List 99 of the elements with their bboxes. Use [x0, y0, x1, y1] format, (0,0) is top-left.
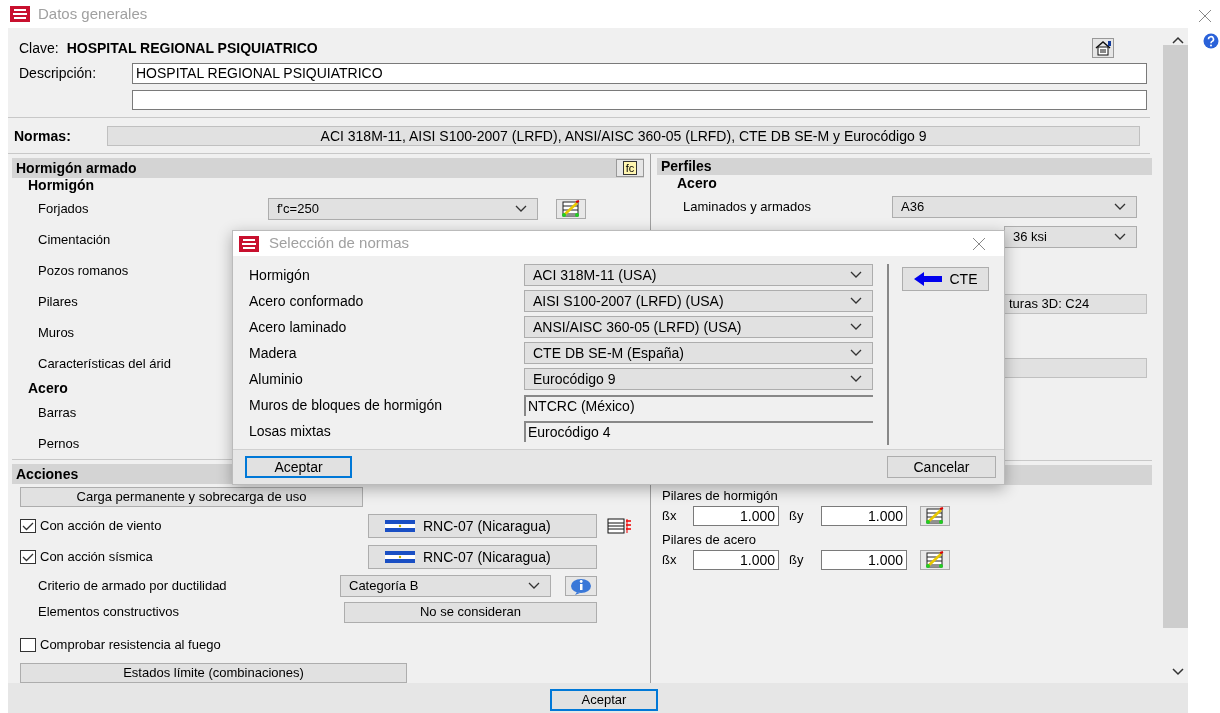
section-title: Acciones: [16, 464, 79, 484]
field-label: Barras: [38, 403, 77, 422]
field-label: Hormigón: [249, 265, 311, 285]
section-title: Hormigón armado: [16, 158, 137, 178]
help-icon[interactable]: [1203, 33, 1219, 49]
normas-label: Normas:: [14, 126, 72, 146]
chevron-down-icon: [850, 271, 862, 279]
chevron-down-icon: [850, 323, 862, 331]
window-title: Datos generales: [38, 3, 148, 24]
group-title: Pilares de acero: [661, 531, 757, 549]
description-field[interactable]: HOSPITAL REGIONAL PSIQUIATRICO: [132, 63, 1147, 84]
number-field[interactable]: 1.000: [821, 506, 907, 526]
checkbox-label: Con acción sísmica: [40, 548, 154, 567]
field-label: Laminados y armados: [683, 198, 812, 217]
fc-button[interactable]: fc: [616, 159, 644, 177]
text-field[interactable]: Eurocódigo 4: [524, 420, 873, 442]
field-label: Criterio de armado por ductilidad: [37, 577, 228, 596]
norm-button[interactable]: RNC-07 (Nicaragua): [368, 514, 597, 538]
cte-button[interactable]: CTE: [902, 267, 989, 291]
ok-button[interactable]: Aceptar: [550, 689, 658, 711]
section-title: Perfiles: [661, 157, 712, 176]
text-field[interactable]: NTCRC (México): [524, 394, 873, 416]
checkbox-label: Con acción de viento: [40, 517, 163, 536]
checkbox[interactable]: [20, 519, 36, 533]
subsection-title: Hormigón: [28, 178, 95, 193]
chevron-down-icon: [850, 375, 862, 383]
edit-icon[interactable]: [556, 198, 586, 219]
description-label: Descripción:: [19, 64, 98, 83]
field-label: Muros de bloques de hormigón: [249, 395, 443, 415]
clave-value: HOSPITAL REGIONAL PSIQUIATRICO: [66, 38, 318, 58]
flag-icon: [385, 520, 415, 532]
beta-label: ßy: [788, 551, 805, 570]
close-icon[interactable]: [1198, 9, 1212, 23]
clave-label: Clave:: [19, 38, 59, 58]
dropdown[interactable]: Eurocódigo 9: [524, 368, 873, 390]
checkbox-label: Comprobar resistencia al fuego: [40, 636, 222, 655]
dialog-title: Selección de normas: [269, 233, 410, 254]
properties-icon[interactable]: [1092, 38, 1114, 58]
field-label: Pernos: [38, 434, 80, 453]
chevron-down-icon: [515, 204, 527, 213]
text-field[interactable]: turas 3D: C24: [1004, 294, 1147, 314]
chevron-up-icon[interactable]: [1172, 36, 1184, 44]
field-label: Aluminio: [249, 369, 304, 389]
dropdown[interactable]: 36 ksi: [1004, 226, 1137, 248]
dropdown[interactable]: ANSI/AISC 360-05 (LRFD) (USA): [524, 316, 873, 338]
field-label: Elementos constructivos: [37, 603, 180, 622]
field-label: Muros: [38, 323, 75, 342]
info-icon[interactable]: [565, 576, 597, 596]
field-label: Pozos romanos: [38, 261, 129, 280]
field-label: Forjados: [38, 199, 89, 218]
load-button[interactable]: Carga permanente y sobrecarga de uso: [20, 487, 363, 507]
chevron-down-icon: [1114, 203, 1126, 211]
dropdown[interactable]: CTE DB SE-M (España): [524, 342, 873, 364]
dropdown[interactable]: ACI 318M-11 (USA): [524, 264, 873, 286]
normas-field[interactable]: ACI 318M-11, AISI S100-2007 (LRFD), ANSI/AISC 360-05 (LRFD), CTE DB SE-M y Eurocódigo 9: [107, 126, 1140, 146]
number-field[interactable]: 1.000: [693, 506, 779, 526]
beta-label: ßy: [788, 507, 805, 526]
scrollbar-thumb[interactable]: [1163, 45, 1188, 628]
number-field[interactable]: 1.000: [821, 550, 907, 570]
checkbox[interactable]: [20, 638, 36, 652]
dropdown[interactable]: f'c=250: [268, 197, 538, 220]
description-field[interactable]: [132, 90, 1147, 110]
combinations-button[interactable]: Estados límite (combinaciones): [20, 663, 407, 683]
chevron-down-icon: [528, 582, 540, 590]
flag-icon: [385, 551, 415, 563]
edit-icon[interactable]: [920, 550, 950, 570]
beta-label: ßx: [662, 551, 678, 570]
cancel-button[interactable]: Cancelar: [887, 456, 996, 478]
app-icon: [239, 235, 259, 252]
ok-button[interactable]: Aceptar: [245, 456, 352, 478]
dropdown[interactable]: A36: [892, 196, 1137, 218]
field-label: Características del árid: [38, 354, 171, 373]
beta-label: ßx: [662, 507, 678, 526]
field-label: Madera: [249, 343, 298, 363]
close-icon[interactable]: [972, 237, 986, 251]
edit-icon[interactable]: [920, 506, 950, 526]
scrollbar[interactable]: [1160, 28, 1188, 683]
subsection-title: Acero: [676, 175, 718, 192]
checkbox[interactable]: [20, 550, 36, 564]
dropdown[interactable]: AISI S100-2007 (LRFD) (USA): [524, 290, 873, 312]
chevron-down-icon[interactable]: [1172, 668, 1184, 676]
number-field[interactable]: 1.000: [693, 550, 779, 570]
text-field[interactable]: [1004, 358, 1147, 378]
dropdown[interactable]: Categoría B: [340, 575, 551, 597]
table-icon[interactable]: [605, 516, 633, 536]
field-label: Acero laminado: [249, 317, 348, 337]
chevron-down-icon: [1114, 233, 1126, 241]
chevron-down-icon: [850, 349, 862, 357]
field-label: Pilares: [38, 292, 78, 311]
app-icon: [10, 6, 30, 22]
field-label: Cimentación: [38, 230, 111, 249]
field-label: Losas mixtas: [249, 421, 332, 441]
subsection-title: Acero: [28, 379, 68, 397]
elements-button[interactable]: No se consideran: [344, 601, 597, 623]
norm-button[interactable]: RNC-07 (Nicaragua): [368, 545, 597, 569]
field-label: Acero conformado: [249, 291, 365, 311]
chevron-down-icon: [850, 297, 862, 305]
group-title: Pilares de hormigón: [661, 487, 779, 505]
arrow-left-icon: [913, 272, 942, 286]
